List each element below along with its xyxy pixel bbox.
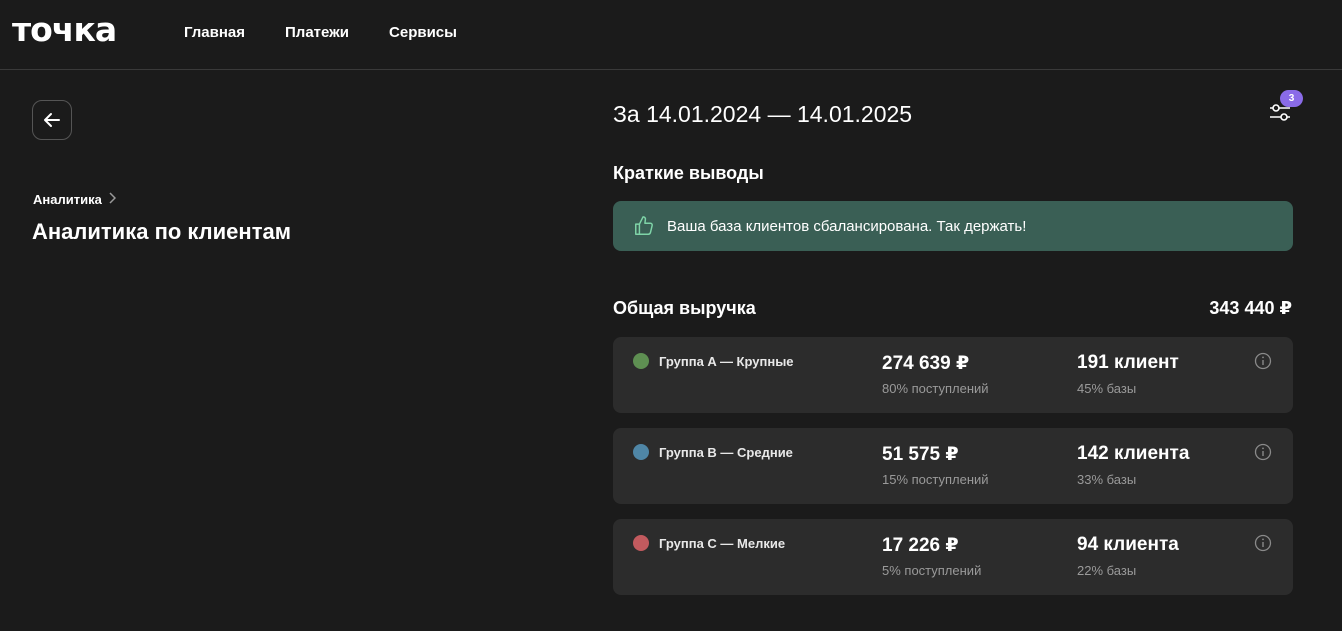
breadcrumb: Аналитика	[33, 191, 116, 207]
group-card-a[interactable]: Группа A — Крупные 274 639 ₽ 80% поступл…	[613, 337, 1293, 413]
logo[interactable]: точка	[12, 12, 117, 48]
group-clients: 191 клиент	[1077, 352, 1179, 373]
summary-banner: Ваша база клиентов сбалансирована. Так д…	[613, 201, 1293, 251]
group-share: 80% поступлений	[882, 381, 989, 396]
top-bar: точка Главная Платежи Сервисы	[0, 0, 1342, 70]
group-amount: 17 226 ₽	[882, 535, 959, 556]
info-icon[interactable]	[1254, 534, 1272, 552]
period-title: За 14.01.2024 — 14.01.2025	[613, 101, 913, 127]
thumbs-up-icon	[635, 216, 653, 235]
group-card-c[interactable]: Группа C — Мелкие 17 226 ₽ 5% поступлени…	[613, 519, 1293, 595]
group-clients: 142 клиента	[1077, 443, 1190, 464]
info-icon[interactable]	[1254, 443, 1272, 461]
group-base-share: 22% базы	[1077, 563, 1137, 578]
group-amount: 51 575 ₽	[882, 444, 959, 465]
nav-item-services[interactable]: Сервисы	[389, 24, 457, 42]
group-color-dot	[633, 535, 649, 551]
summary-title: Краткие выводы	[613, 163, 764, 183]
group-clients: 94 клиента	[1077, 534, 1179, 555]
group-name: Группа B — Средние	[659, 445, 793, 460]
main-nav: Главная Платежи Сервисы	[184, 24, 457, 42]
group-amount: 274 639 ₽	[882, 353, 970, 374]
group-base-share: 33% базы	[1077, 472, 1137, 487]
summary-text: Ваша база клиентов сбалансирована. Так д…	[667, 217, 1027, 235]
filter-count-badge: 3	[1280, 90, 1303, 107]
group-color-dot	[633, 444, 649, 460]
group-name: Группа C — Мелкие	[659, 536, 786, 551]
group-color-dot	[633, 353, 649, 369]
chevron-right-icon	[108, 191, 116, 207]
group-share: 15% поступлений	[882, 472, 989, 487]
nav-item-home[interactable]: Главная	[184, 24, 245, 42]
group-name: Группа A — Крупные	[659, 354, 794, 369]
nav-item-payments[interactable]: Платежи	[285, 24, 349, 42]
revenue-total: 343 440 ₽	[1209, 298, 1292, 318]
breadcrumb-item-analytics[interactable]: Аналитика	[33, 192, 102, 207]
back-button[interactable]	[32, 100, 72, 140]
group-share: 5% поступлений	[882, 563, 982, 578]
arrow-left-icon	[44, 113, 60, 127]
revenue-label: Общая выручка	[613, 298, 756, 318]
group-base-share: 45% базы	[1077, 381, 1137, 396]
group-card-b[interactable]: Группа B — Средние 51 575 ₽ 15% поступле…	[613, 428, 1293, 504]
page-title: Аналитика по клиентам	[32, 219, 291, 244]
info-icon[interactable]	[1254, 352, 1272, 370]
